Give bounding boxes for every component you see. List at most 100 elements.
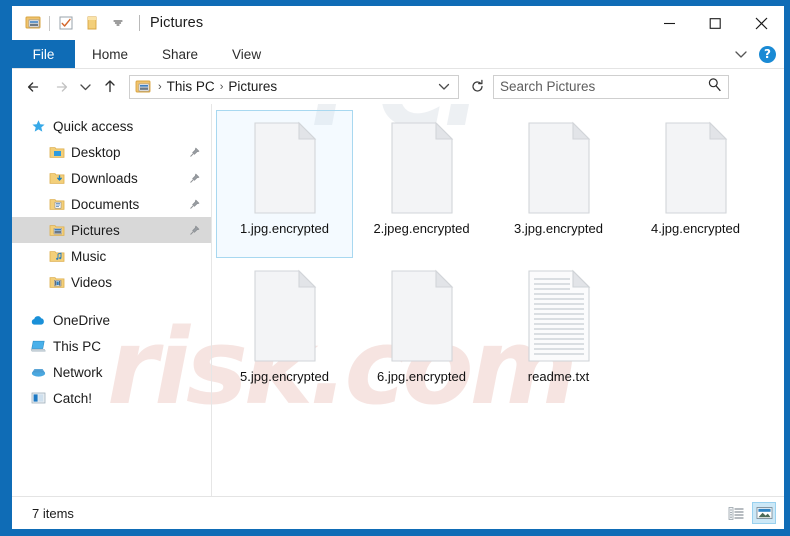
- large-icons-view-button[interactable]: [752, 502, 776, 524]
- refresh-icon[interactable]: [465, 75, 489, 99]
- maximize-button[interactable]: [692, 6, 738, 40]
- sidebar-label-documents: Documents: [71, 196, 140, 212]
- file-name-label: 2.jpeg.encrypted: [373, 221, 470, 236]
- breadcrumb-item-pictures[interactable]: Pictures: [224, 79, 281, 94]
- folder-documents-icon: [48, 196, 65, 213]
- file-item[interactable]: 2.jpeg.encrypted: [353, 110, 490, 258]
- folder-music-icon: [48, 248, 65, 265]
- sidebar-label-downloads: Downloads: [71, 170, 138, 186]
- generic-file-icon: [247, 119, 323, 217]
- navigation-pane[interactable]: Quick access Desktop Downloads Documents…: [12, 104, 212, 496]
- expand-ribbon-chevron-down-icon[interactable]: [728, 42, 754, 66]
- search-input[interactable]: Search Pictures: [493, 74, 729, 99]
- tab-home[interactable]: Home: [75, 40, 145, 68]
- forward-button[interactable]: [47, 74, 74, 100]
- up-button[interactable]: [96, 74, 123, 100]
- breadcrumb[interactable]: › This PC › Pictures: [129, 74, 459, 99]
- sidebar-item-network[interactable]: Network: [12, 359, 211, 385]
- sidebar-item-this-pc[interactable]: This PC: [12, 333, 211, 359]
- file-name-label: 4.jpg.encrypted: [651, 221, 740, 236]
- file-item[interactable]: readme.txt: [490, 258, 627, 406]
- generic-file-icon: [658, 119, 734, 217]
- file-item[interactable]: 3.jpg.encrypted: [490, 110, 627, 258]
- details-view-button[interactable]: [724, 502, 748, 524]
- quick-access-toolbar: [12, 11, 140, 35]
- title-bar: Pictures: [12, 6, 784, 40]
- file-name-label: 5.jpg.encrypted: [240, 369, 329, 384]
- customize-chevron-icon[interactable]: [105, 11, 131, 35]
- new-folder-icon[interactable]: [79, 11, 105, 35]
- back-button[interactable]: [20, 74, 47, 100]
- pin-icon[interactable]: [188, 173, 201, 184]
- tab-share[interactable]: Share: [145, 40, 215, 68]
- folder-desktop-icon: [48, 144, 65, 161]
- explorer-body: Quick access Desktop Downloads Documents…: [12, 104, 784, 496]
- sidebar-label-onedrive: OneDrive: [53, 312, 111, 328]
- file-item[interactable]: 4.jpg.encrypted: [627, 110, 764, 258]
- file-item[interactable]: 5.jpg.encrypted: [216, 258, 353, 406]
- tab-view[interactable]: View: [215, 40, 278, 68]
- search-icon[interactable]: [707, 77, 722, 97]
- pin-icon[interactable]: [188, 225, 201, 236]
- star-icon: [30, 118, 47, 135]
- file-item[interactable]: 1.jpg.encrypted: [216, 110, 353, 258]
- text-file-icon: [521, 267, 597, 365]
- toolbar-divider: [49, 15, 50, 31]
- title-divider: [139, 15, 140, 31]
- sidebar-item-videos[interactable]: Videos: [12, 269, 211, 295]
- generic-file-icon: [384, 267, 460, 365]
- sidebar-label-pictures: Pictures: [71, 222, 120, 238]
- sidebar-label-music: Music: [71, 248, 107, 264]
- breadcrumb-item-this-pc[interactable]: This PC: [163, 79, 219, 94]
- checkbox-icon[interactable]: [53, 11, 79, 35]
- sidebar-item-music[interactable]: Music: [12, 243, 211, 269]
- breadcrumb-folder-icon: [134, 78, 151, 95]
- sidebar-label-network: Network: [53, 364, 103, 380]
- explorer-window: PCI risk.com: [0, 0, 790, 536]
- sidebar-item-onedrive[interactable]: OneDrive: [12, 307, 211, 333]
- monitor-icon: [30, 338, 47, 355]
- generic-file-icon: [521, 119, 597, 217]
- recent-locations-chevron-down-icon[interactable]: [74, 74, 96, 100]
- file-name-label: 6.jpg.encrypted: [377, 369, 466, 384]
- tab-file[interactable]: File: [12, 40, 75, 68]
- search-placeholder: Search Pictures: [500, 79, 596, 94]
- generic-file-icon: [384, 119, 460, 217]
- ribbon-tab-bar: File Home Share View ?: [12, 40, 784, 68]
- status-bar: 7 items: [12, 496, 784, 529]
- file-list-view[interactable]: 1.jpg.encrypted 2.jpeg.encrypted 3.jpg.e…: [212, 104, 784, 496]
- window-client-area: PCI risk.com: [12, 6, 784, 529]
- window-controls: [646, 6, 784, 40]
- catch-icon: [30, 390, 47, 407]
- generic-file-icon: [247, 267, 323, 365]
- item-count-label: 7 items: [32, 505, 74, 521]
- help-button[interactable]: ?: [759, 45, 776, 63]
- sidebar-label-videos: Videos: [71, 274, 113, 290]
- ribbon-right-controls: ?: [728, 40, 784, 68]
- sidebar-item-catch[interactable]: Catch!: [12, 385, 211, 411]
- properties-icon[interactable]: [20, 11, 46, 35]
- pin-icon[interactable]: [188, 199, 201, 210]
- sidebar-item-desktop[interactable]: Desktop: [12, 139, 211, 165]
- file-name-label: 1.jpg.encrypted: [240, 221, 329, 236]
- close-button[interactable]: [738, 6, 784, 40]
- file-item[interactable]: 6.jpg.encrypted: [353, 258, 490, 406]
- breadcrumb-chevron-down-icon[interactable]: [434, 82, 454, 91]
- sidebar-item-pictures[interactable]: Pictures: [12, 217, 211, 243]
- sidebar-item-downloads[interactable]: Downloads: [12, 165, 211, 191]
- sidebar-item-quick-access[interactable]: Quick access: [12, 113, 211, 139]
- view-mode-buttons: [724, 502, 776, 524]
- file-grid: 1.jpg.encrypted 2.jpeg.encrypted 3.jpg.e…: [216, 110, 784, 406]
- file-name-label: readme.txt: [527, 369, 590, 384]
- cloud-icon: [30, 312, 47, 329]
- file-name-label: 3.jpg.encrypted: [514, 221, 603, 236]
- folder-pictures-icon: [48, 222, 65, 239]
- network-icon: [30, 364, 47, 381]
- window-title: Pictures: [150, 15, 204, 31]
- sidebar-item-documents[interactable]: Documents: [12, 191, 211, 217]
- pin-icon[interactable]: [188, 147, 201, 158]
- sidebar-label-catch: Catch!: [53, 390, 93, 406]
- sidebar-label-desktop: Desktop: [71, 144, 121, 160]
- minimize-button[interactable]: [646, 6, 692, 40]
